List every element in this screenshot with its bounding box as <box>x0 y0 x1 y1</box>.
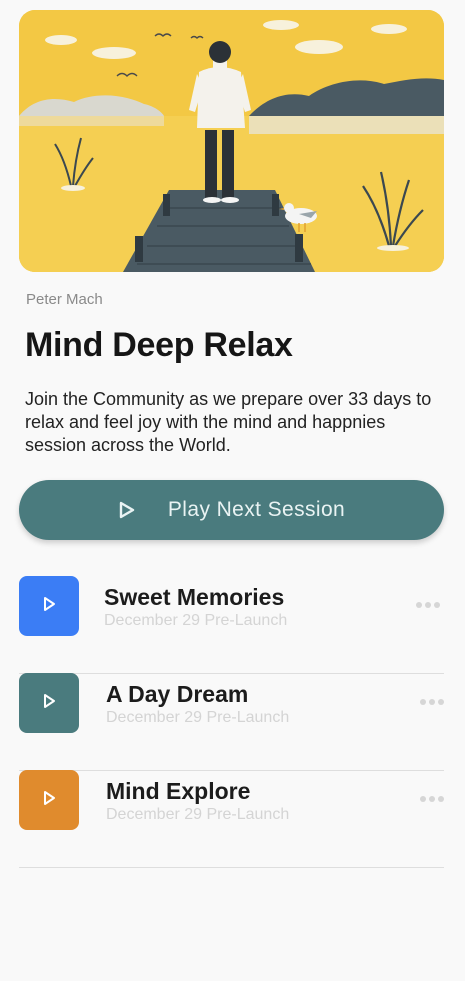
play-icon <box>41 790 57 811</box>
course-description: Join the Community as we prepare over 33… <box>25 389 432 455</box>
more-options-icon[interactable] <box>416 602 440 608</box>
play-icon <box>41 693 57 714</box>
session-play-thumb[interactable] <box>19 770 79 830</box>
session-item-sweet-memories[interactable]: Sweet Memories December 29 Pre-Launch <box>19 576 444 674</box>
play-icon <box>41 596 57 617</box>
more-options-icon[interactable] <box>420 796 444 802</box>
session-subtitle: December 29 Pre-Launch <box>106 806 290 823</box>
course-detail-screen: Peter Mach Mind Deep Relax Join the Comm… <box>0 0 465 981</box>
session-title: Mind Explore <box>106 778 251 804</box>
session-subtitle: December 29 Pre-Launch <box>106 709 290 726</box>
more-options-icon[interactable] <box>420 699 444 705</box>
play-next-session-label: Play Next Session <box>167 498 346 521</box>
session-subtitle: December 29 Pre-Launch <box>104 612 288 629</box>
session-item-mind-explore[interactable]: Mind Explore December 29 Pre-Launch <box>19 770 444 868</box>
play-icon <box>118 501 136 519</box>
session-item-a-day-dream[interactable]: A Day Dream December 29 Pre-Launch <box>19 673 444 771</box>
play-next-session-button[interactable]: Play Next Session <box>19 480 444 540</box>
session-title: Sweet Memories <box>104 584 285 610</box>
session-play-thumb[interactable] <box>19 576 79 636</box>
session-title: A Day Dream <box>106 681 249 707</box>
page-title: Mind Deep Relax <box>25 326 293 364</box>
session-play-thumb[interactable] <box>19 673 79 733</box>
hero-illustration <box>19 10 444 272</box>
author-name: Peter Mach <box>26 291 103 308</box>
